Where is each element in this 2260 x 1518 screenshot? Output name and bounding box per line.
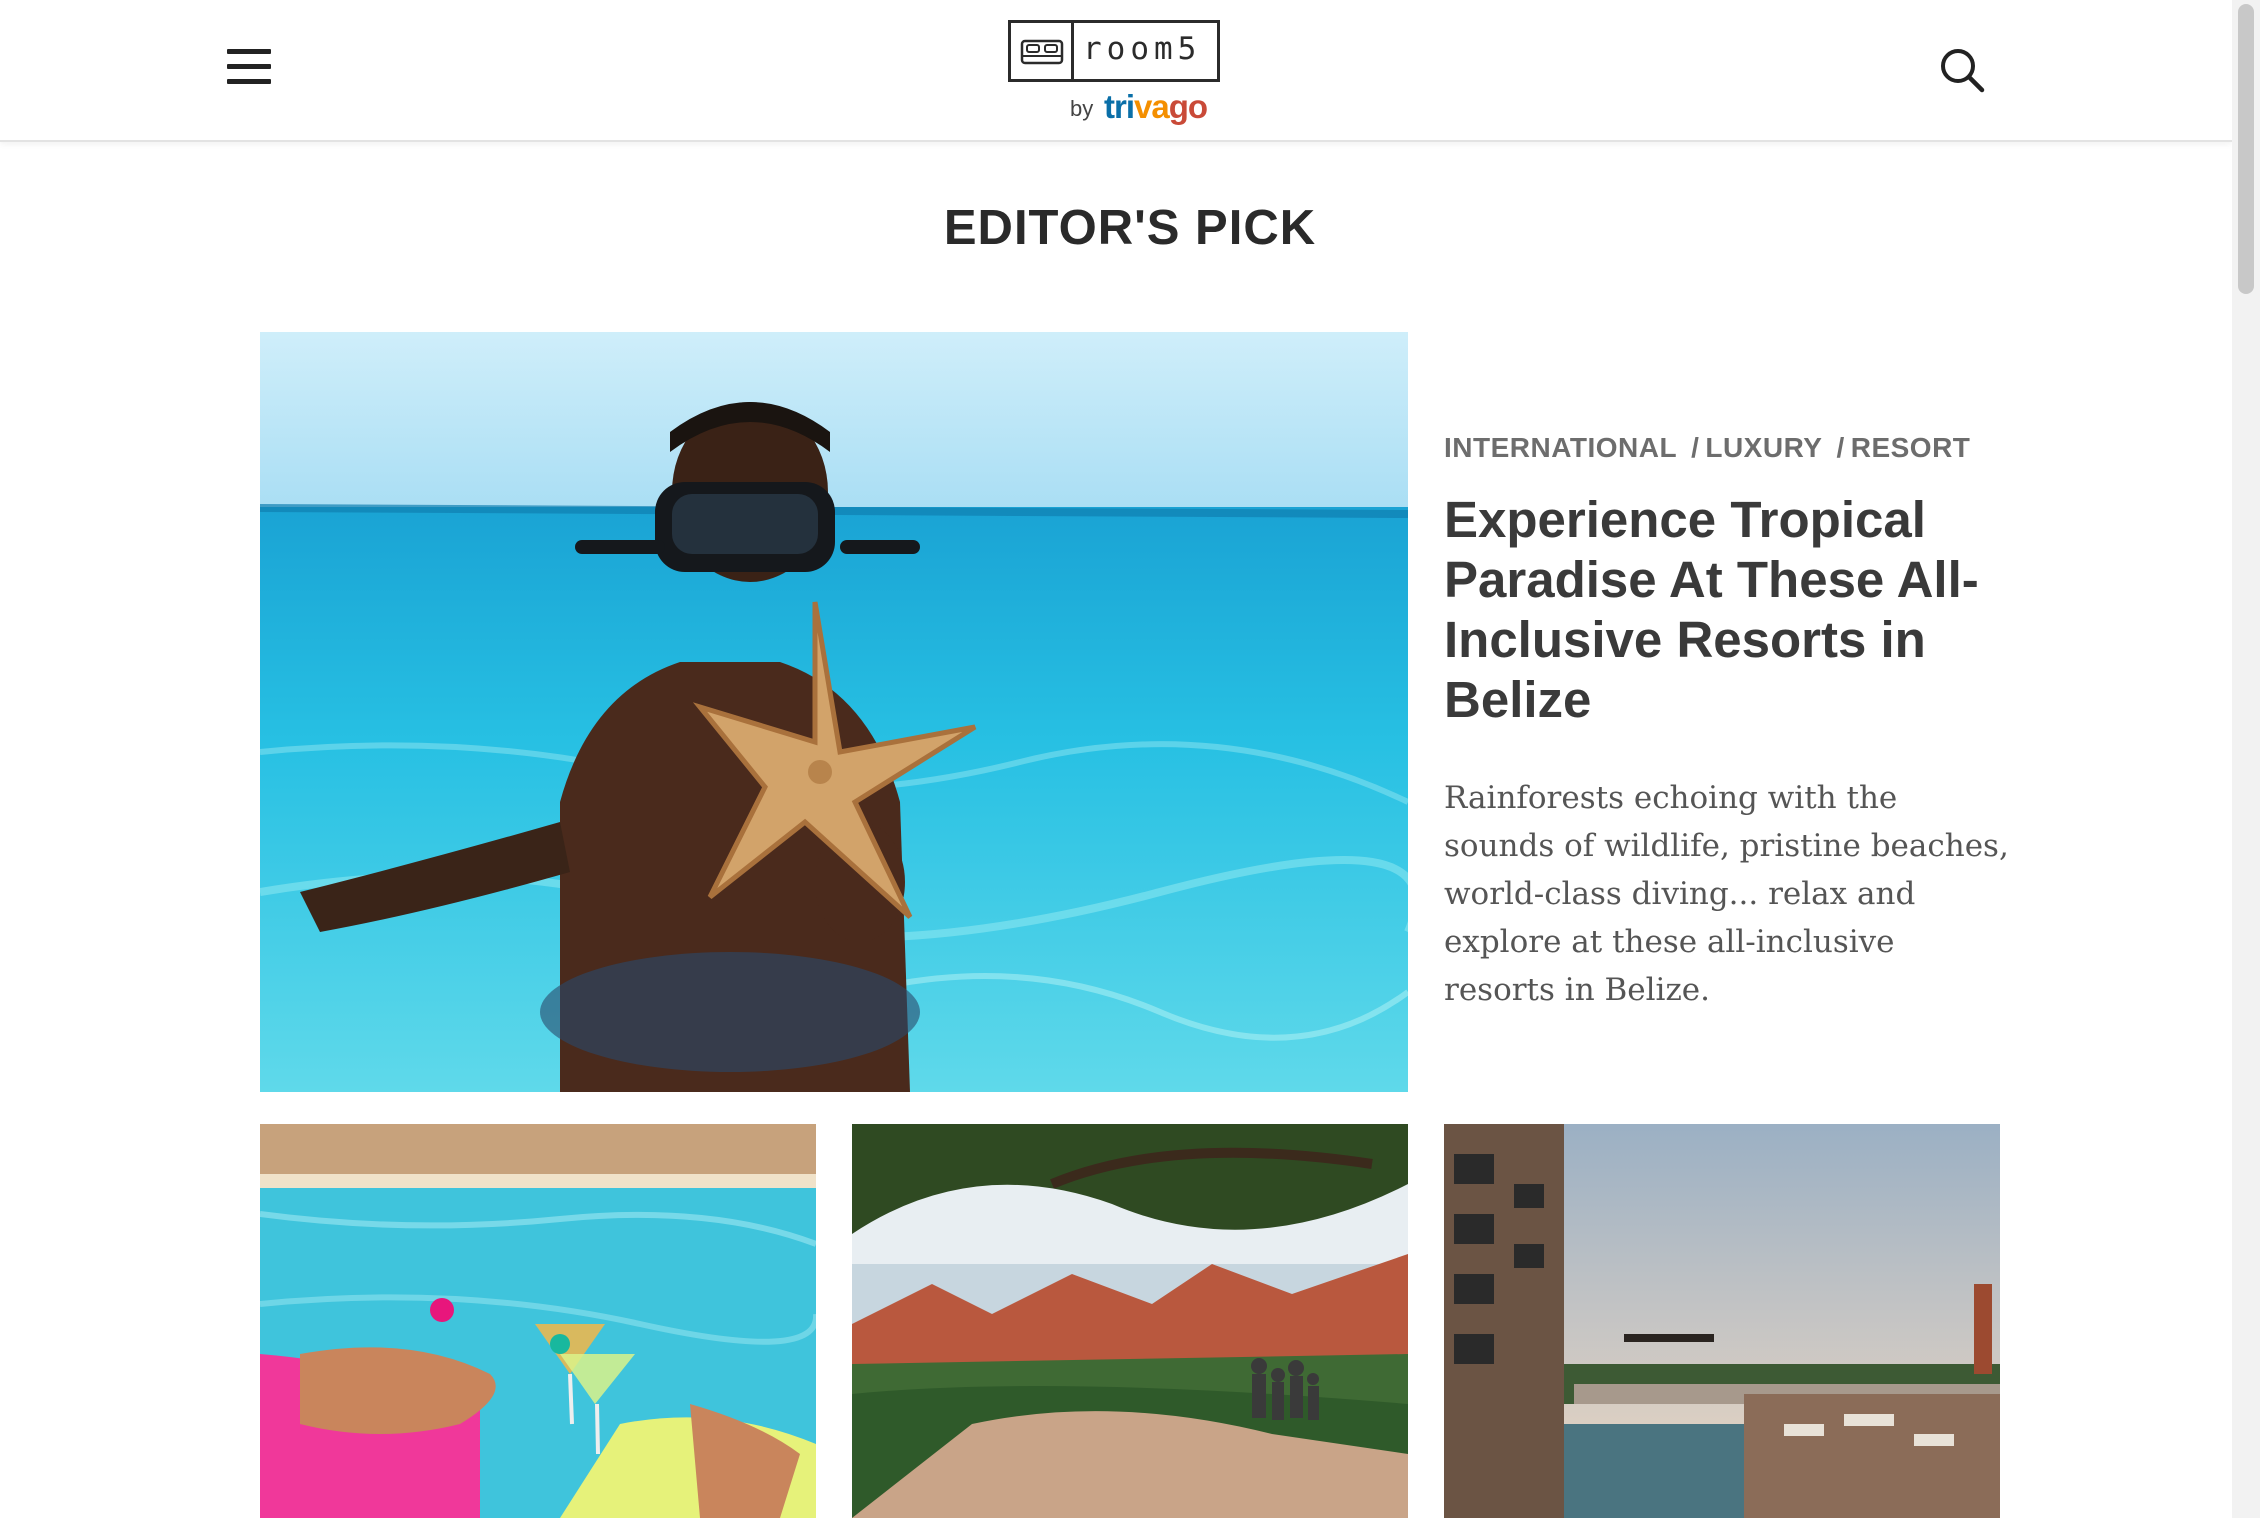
tag-resort[interactable]: RESORT — [1851, 432, 1971, 463]
article-card[interactable] — [1444, 1124, 2000, 1518]
tag-separator: / — [1836, 432, 1845, 463]
site-logo[interactable]: room5 by trivago — [1006, 18, 1226, 130]
featured-article: INTERNATIONAL / LUXURY / RESORT Experience T… — [1444, 432, 2014, 1014]
article-headline[interactable]: Experience Tropical Paradise At These Al… — [1444, 490, 2014, 730]
hamburger-menu-icon[interactable] — [222, 44, 274, 88]
cocktails-pool-photo — [260, 1124, 816, 1518]
logo-frame: room5 — [1008, 20, 1220, 82]
tag-luxury[interactable]: LUXURY — [1705, 432, 1822, 463]
canyon-family-photo — [852, 1124, 1408, 1518]
section-title: EDITOR'S PICK — [943, 201, 1317, 255]
logo-wordmark: room5 — [1083, 31, 1202, 67]
menu-bar — [227, 64, 271, 69]
trivago-logo: trivago — [1104, 88, 1208, 125]
tag-separator: / — [1691, 432, 1700, 463]
site-header: room5 by trivago — [0, 0, 2232, 142]
bed-icon — [1020, 39, 1064, 65]
menu-bar — [227, 49, 271, 54]
article-excerpt: Rainforests echoing with the sounds of w… — [1444, 780, 2009, 1008]
article-card[interactable] — [260, 1124, 816, 1518]
tag-international[interactable]: INTERNATIONAL — [1444, 432, 1677, 463]
logo-by-text: by — [1070, 96, 1094, 121]
search-icon[interactable] — [1938, 46, 1986, 94]
logo-divider — [1071, 23, 1074, 79]
featured-article-image[interactable] — [260, 332, 1408, 1092]
rooftop-pool-photo — [1444, 1124, 2000, 1518]
snorkeler-starfish-photo — [260, 332, 1408, 1092]
article-card[interactable] — [852, 1124, 1408, 1518]
article-tags: INTERNATIONAL / LUXURY / RESORT — [1444, 432, 2014, 464]
menu-bar — [227, 79, 271, 84]
